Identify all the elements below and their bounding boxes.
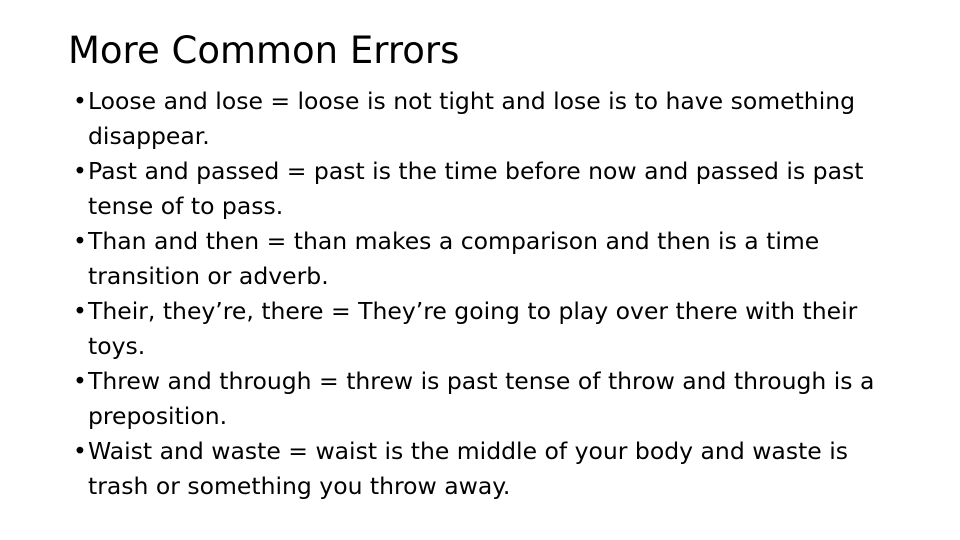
bullet-dot-icon: •	[73, 227, 87, 255]
list-item: • Threw and through = threw is past tens…	[70, 364, 898, 434]
list-item-text: Than and then = than makes a comparison …	[88, 227, 820, 290]
slide-canvas: More Common Errors • Loose and lose = lo…	[0, 0, 960, 540]
list-item: • Past and passed = past is the time bef…	[70, 154, 898, 224]
bullet-dot-icon: •	[73, 437, 87, 465]
list-item-text: Past and passed = past is the time befor…	[88, 157, 864, 220]
bullet-dot-icon: •	[73, 297, 87, 325]
list-item-text: Loose and lose = loose is not tight and …	[88, 87, 856, 150]
list-item-text: Waist and waste = waist is the middle of…	[88, 437, 848, 500]
list-item-text: Threw and through = threw is past tense …	[88, 367, 875, 430]
list-item-text: Their, they’re, there = They’re going to…	[88, 297, 858, 360]
bullet-dot-icon: •	[73, 87, 87, 115]
bullet-dot-icon: •	[73, 157, 87, 185]
list-item: • Than and then = than makes a compariso…	[70, 224, 898, 294]
list-item: • Loose and lose = loose is not tight an…	[70, 84, 898, 154]
list-item: • Waist and waste = waist is the middle …	[70, 434, 898, 504]
list-item: • Their, they’re, there = They’re going …	[70, 294, 898, 364]
bullet-dot-icon: •	[73, 367, 87, 395]
bullet-list: • Loose and lose = loose is not tight an…	[70, 84, 898, 504]
page-title: More Common Errors	[68, 29, 460, 72]
